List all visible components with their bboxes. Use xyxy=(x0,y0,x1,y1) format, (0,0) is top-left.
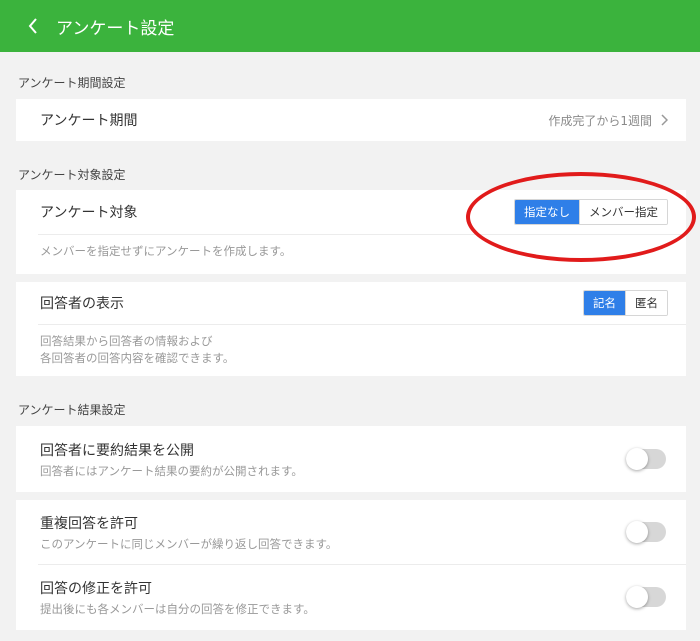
section-label-result: アンケート結果設定 xyxy=(18,403,126,417)
app-header: アンケート設定 xyxy=(0,0,700,52)
respondent-description: 回答結果から回答者の情報および 各回答者の回答内容を確認できます。 xyxy=(16,325,686,367)
period-value[interactable]: 作成完了から1週間 xyxy=(548,112,668,129)
publish-summary-card: 回答者に要約結果を公開 回答者にはアンケート結果の要約が公開されます。 xyxy=(16,426,686,492)
respondent-option-anonymous[interactable]: 匿名 xyxy=(625,291,667,315)
period-value-text: 作成完了から1週間 xyxy=(548,113,652,128)
page-title: アンケート設定 xyxy=(56,18,175,39)
target-option-members[interactable]: メンバー指定 xyxy=(579,200,667,224)
edit-answer-subtitle: 提出後にも各メンバーは自分の回答を修正できます。 xyxy=(40,601,315,616)
toggle-knob xyxy=(626,448,648,470)
toggle-knob xyxy=(626,586,648,608)
chevron-left-icon[interactable] xyxy=(28,18,42,34)
target-row: アンケート対象 指定なし メンバー指定 xyxy=(16,190,686,234)
duplicate-answer-row: 重複回答を許可 このアンケートに同じメンバーが繰り返し回答できます。 xyxy=(16,500,686,564)
edit-answer-toggle[interactable] xyxy=(626,586,666,608)
publish-summary-subtitle: 回答者にはアンケート結果の要約が公開されます。 xyxy=(40,463,303,478)
chevron-right-icon xyxy=(661,114,668,126)
target-card: アンケート対象 指定なし メンバー指定 メンバーを指定せずにアンケートを作成しま… xyxy=(16,190,686,274)
duplicate-answer-subtitle: このアンケートに同じメンバーが繰り返し回答できます。 xyxy=(40,536,338,551)
answer-options-card: 重複回答を許可 このアンケートに同じメンバーが繰り返し回答できます。 回答の修正… xyxy=(16,500,686,630)
period-row-title: アンケート期間 xyxy=(40,113,138,129)
respondent-description-line2: 各回答者の回答内容を確認できます。 xyxy=(40,351,235,365)
respondent-description-line1: 回答結果から回答者の情報および xyxy=(40,334,213,348)
respondent-row: 回答者の表示 記名 匿名 xyxy=(16,282,686,324)
duplicate-answer-title: 重複回答を許可 xyxy=(40,515,138,532)
toggle-knob xyxy=(626,521,648,543)
edit-answer-row: 回答の修正を許可 提出後にも各メンバーは自分の回答を修正できます。 xyxy=(16,565,686,629)
period-row[interactable]: アンケート期間 作成完了から1週間 xyxy=(16,99,686,141)
respondent-option-named[interactable]: 記名 xyxy=(584,291,625,315)
edit-answer-title: 回答の修正を許可 xyxy=(40,580,152,597)
publish-summary-toggle[interactable] xyxy=(626,448,666,470)
section-label-period: アンケート期間設定 xyxy=(18,76,126,90)
respondent-row-title: 回答者の表示 xyxy=(40,296,124,312)
section-label-target: アンケート対象設定 xyxy=(18,168,126,182)
duplicate-answer-toggle[interactable] xyxy=(626,521,666,543)
respondent-card: 回答者の表示 記名 匿名 回答結果から回答者の情報および 各回答者の回答内容を確… xyxy=(16,282,686,376)
period-card: アンケート期間 作成完了から1週間 xyxy=(16,99,686,141)
respondent-segmented-control: 記名 匿名 xyxy=(583,290,668,316)
target-option-none[interactable]: 指定なし xyxy=(515,200,579,224)
target-description: メンバーを指定せずにアンケートを作成します。 xyxy=(40,244,292,258)
target-segmented-control: 指定なし メンバー指定 xyxy=(514,199,668,225)
publish-summary-row: 回答者に要約結果を公開 回答者にはアンケート結果の要約が公開されます。 xyxy=(16,426,686,492)
target-row-title: アンケート対象 xyxy=(40,205,138,221)
publish-summary-title: 回答者に要約結果を公開 xyxy=(40,442,194,459)
